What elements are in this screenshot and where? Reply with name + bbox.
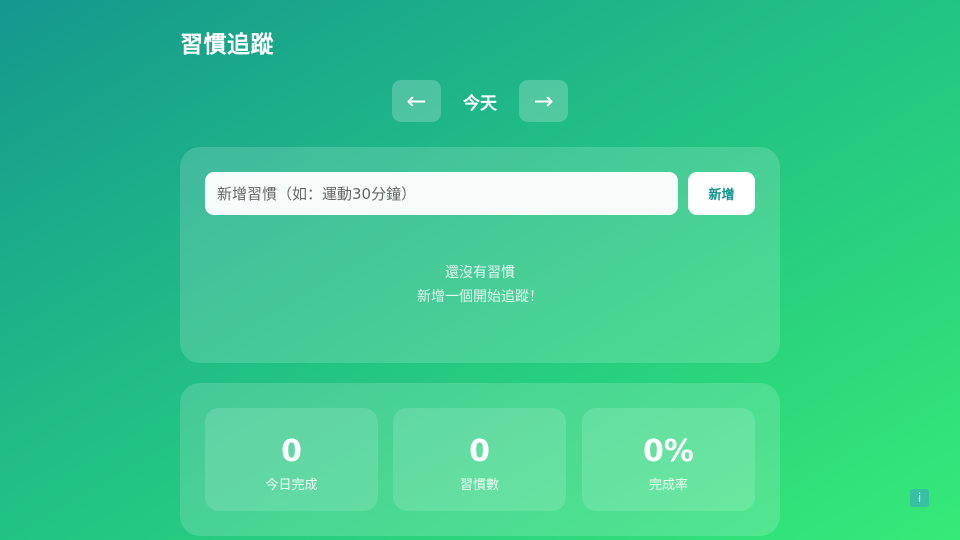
- prev-day-button[interactable]: ←: [392, 80, 441, 122]
- add-habit-button[interactable]: 新增: [688, 172, 755, 215]
- info-icon: i: [917, 491, 922, 505]
- stat-value: 0: [281, 434, 302, 469]
- stat-label: 完成率: [648, 478, 688, 493]
- habits-card: 新增 還沒有習慣 新增一個開始追蹤！: [180, 147, 780, 363]
- stat-completed-today: 0 今日完成: [205, 408, 378, 511]
- stat-value: 0: [469, 434, 490, 469]
- current-date-label: 今天: [463, 93, 497, 114]
- new-habit-input[interactable]: [205, 172, 678, 215]
- empty-state: 還沒有習慣 新增一個開始追蹤！: [180, 261, 780, 309]
- arrow-right-icon: →: [533, 87, 554, 115]
- stat-completion-rate: 0% 完成率: [582, 408, 755, 511]
- page-title: 習慣追蹤: [180, 32, 274, 58]
- stat-value: 0%: [643, 434, 694, 469]
- arrow-left-icon: ←: [406, 87, 427, 115]
- stat-label: 今日完成: [265, 478, 318, 493]
- stats-card: 0 今日完成 0 習慣數 0% 完成率: [180, 383, 780, 536]
- empty-state-title: 還沒有習慣: [445, 265, 515, 281]
- empty-state-hint: 新增一個開始追蹤！: [417, 289, 543, 305]
- stat-label: 習慣數: [459, 478, 499, 493]
- date-navigation: ← 今天 →: [392, 80, 568, 122]
- next-day-button[interactable]: →: [519, 80, 568, 122]
- info-button[interactable]: i: [910, 489, 929, 507]
- stat-habit-count: 0 習慣數: [393, 408, 566, 511]
